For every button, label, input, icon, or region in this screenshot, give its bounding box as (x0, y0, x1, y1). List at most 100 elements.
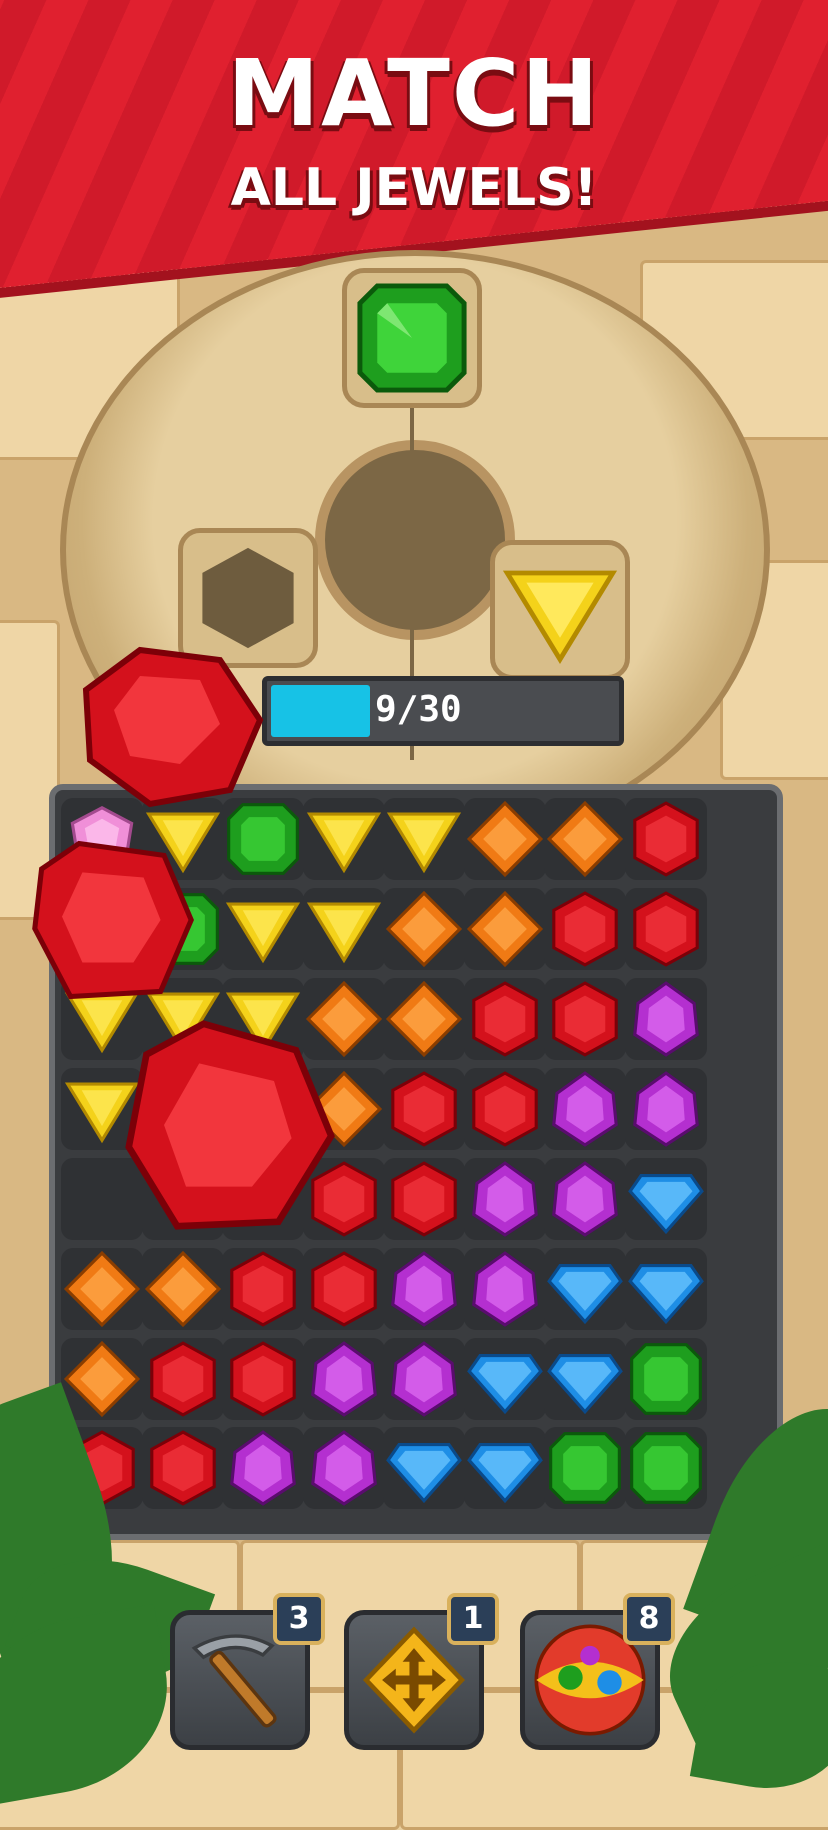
board-cell[interactable] (302, 1337, 385, 1420)
pickaxe-booster-button[interactable]: 3 (170, 1593, 325, 1750)
board-cell[interactable] (383, 887, 465, 970)
board-cell[interactable] (463, 798, 546, 880)
red-gem-icon[interactable] (385, 1070, 463, 1148)
board-cell[interactable] (544, 1337, 626, 1420)
red-gem-icon[interactable] (466, 1070, 544, 1148)
purple-gem-icon[interactable] (627, 980, 705, 1058)
board-cell[interactable] (383, 1247, 465, 1330)
board-cell[interactable] (383, 1067, 465, 1150)
board-cell[interactable] (463, 1247, 546, 1330)
board-cell[interactable] (544, 1067, 626, 1150)
board-cell[interactable] (141, 1427, 224, 1510)
red-gem-icon[interactable] (546, 890, 624, 968)
board-cell[interactable] (463, 1427, 546, 1510)
board-cell[interactable] (302, 798, 385, 880)
dial-center-hole (315, 440, 515, 640)
red-gem-icon[interactable] (627, 800, 705, 878)
purple-gem-icon[interactable] (466, 1250, 544, 1328)
purple-gem-icon[interactable] (546, 1070, 624, 1148)
orange-gem-icon[interactable] (63, 1340, 141, 1418)
board-cell[interactable] (544, 1427, 626, 1510)
board-cell[interactable] (61, 1337, 143, 1420)
board-cell[interactable] (624, 977, 707, 1060)
jewel-progress-bar: 9/30 (262, 676, 624, 746)
board-cell[interactable] (624, 798, 707, 880)
board-cell[interactable] (463, 1067, 546, 1150)
blue-gem-icon[interactable] (546, 1340, 624, 1418)
orange-gem-icon[interactable] (466, 890, 544, 968)
red-gem-icon[interactable] (144, 1340, 222, 1418)
board-cell[interactable] (463, 1157, 546, 1240)
orange-gem-icon[interactable] (385, 890, 463, 968)
yellow-gem-icon[interactable] (305, 800, 383, 878)
board-cell[interactable] (383, 1157, 465, 1240)
board-cell[interactable] (222, 1247, 304, 1330)
board-cell[interactable] (624, 1427, 707, 1510)
red-gem-icon[interactable] (305, 1250, 383, 1328)
board-cell[interactable] (544, 887, 626, 970)
board-cell[interactable] (544, 977, 626, 1060)
purple-gem-icon[interactable] (546, 1160, 624, 1238)
blue-gem-icon[interactable] (466, 1429, 544, 1507)
orange-gem-icon[interactable] (63, 1250, 141, 1328)
red-gem-icon[interactable] (224, 1340, 302, 1418)
board-cell[interactable] (463, 887, 546, 970)
red-gem-icon[interactable] (224, 1250, 302, 1328)
board-cell[interactable] (624, 1337, 707, 1420)
board-cell[interactable] (624, 887, 707, 970)
swap-booster-button[interactable]: 1 (344, 1593, 499, 1750)
color-orb-booster-button[interactable]: 8 (520, 1593, 675, 1750)
board-cell[interactable] (544, 798, 626, 880)
purple-gem-icon[interactable] (466, 1160, 544, 1238)
yellow-gem-icon[interactable] (385, 800, 463, 878)
board-cell[interactable] (222, 1427, 304, 1510)
board-cell[interactable] (383, 798, 465, 880)
yellow-gem-collected-icon (502, 570, 618, 665)
blue-gem-icon[interactable] (627, 1160, 705, 1238)
purple-gem-icon[interactable] (305, 1340, 383, 1418)
red-gem-icon[interactable] (385, 1160, 463, 1238)
board-cell[interactable] (544, 1157, 626, 1240)
board-cell[interactable] (302, 1427, 385, 1510)
board-cell[interactable] (383, 977, 465, 1060)
board-cell[interactable] (302, 887, 385, 970)
board-cell[interactable] (383, 1337, 465, 1420)
board-cell[interactable] (544, 1247, 626, 1330)
board-cell[interactable] (141, 1337, 224, 1420)
board-cell[interactable] (61, 1247, 143, 1330)
blue-gem-icon[interactable] (385, 1429, 463, 1507)
orange-gem-icon[interactable] (546, 800, 624, 878)
board-cell[interactable] (222, 887, 304, 970)
board-cell[interactable] (624, 1067, 707, 1150)
purple-gem-icon[interactable] (627, 1070, 705, 1148)
board-cell[interactable] (624, 1157, 707, 1240)
board-cell[interactable] (222, 798, 304, 880)
green-gem-icon[interactable] (627, 1340, 705, 1418)
red-gem-icon[interactable] (144, 1429, 222, 1507)
orange-gem-icon[interactable] (466, 800, 544, 878)
yellow-gem-icon[interactable] (224, 890, 302, 968)
board-cell[interactable] (302, 1247, 385, 1330)
red-gem-icon[interactable] (546, 980, 624, 1058)
yellow-gem-icon[interactable] (305, 890, 383, 968)
board-cell[interactable] (463, 977, 546, 1060)
purple-gem-icon[interactable] (385, 1340, 463, 1418)
board-cell[interactable] (222, 1337, 304, 1420)
purple-gem-icon[interactable] (305, 1429, 383, 1507)
board-cell[interactable] (463, 1337, 546, 1420)
orange-gem-icon[interactable] (144, 1250, 222, 1328)
board-cell[interactable] (383, 1427, 465, 1510)
red-gem-icon[interactable] (627, 890, 705, 968)
orange-gem-icon[interactable] (385, 980, 463, 1058)
green-gem-icon[interactable] (627, 1429, 705, 1507)
board-cell[interactable] (624, 1247, 707, 1330)
blue-gem-icon[interactable] (627, 1250, 705, 1328)
green-gem-icon[interactable] (546, 1429, 624, 1507)
board-cell[interactable] (141, 1247, 224, 1330)
purple-gem-icon[interactable] (385, 1250, 463, 1328)
blue-gem-icon[interactable] (546, 1250, 624, 1328)
green-gem-icon[interactable] (224, 800, 302, 878)
red-gem-icon[interactable] (466, 980, 544, 1058)
purple-gem-icon[interactable] (224, 1429, 302, 1507)
blue-gem-icon[interactable] (466, 1340, 544, 1418)
